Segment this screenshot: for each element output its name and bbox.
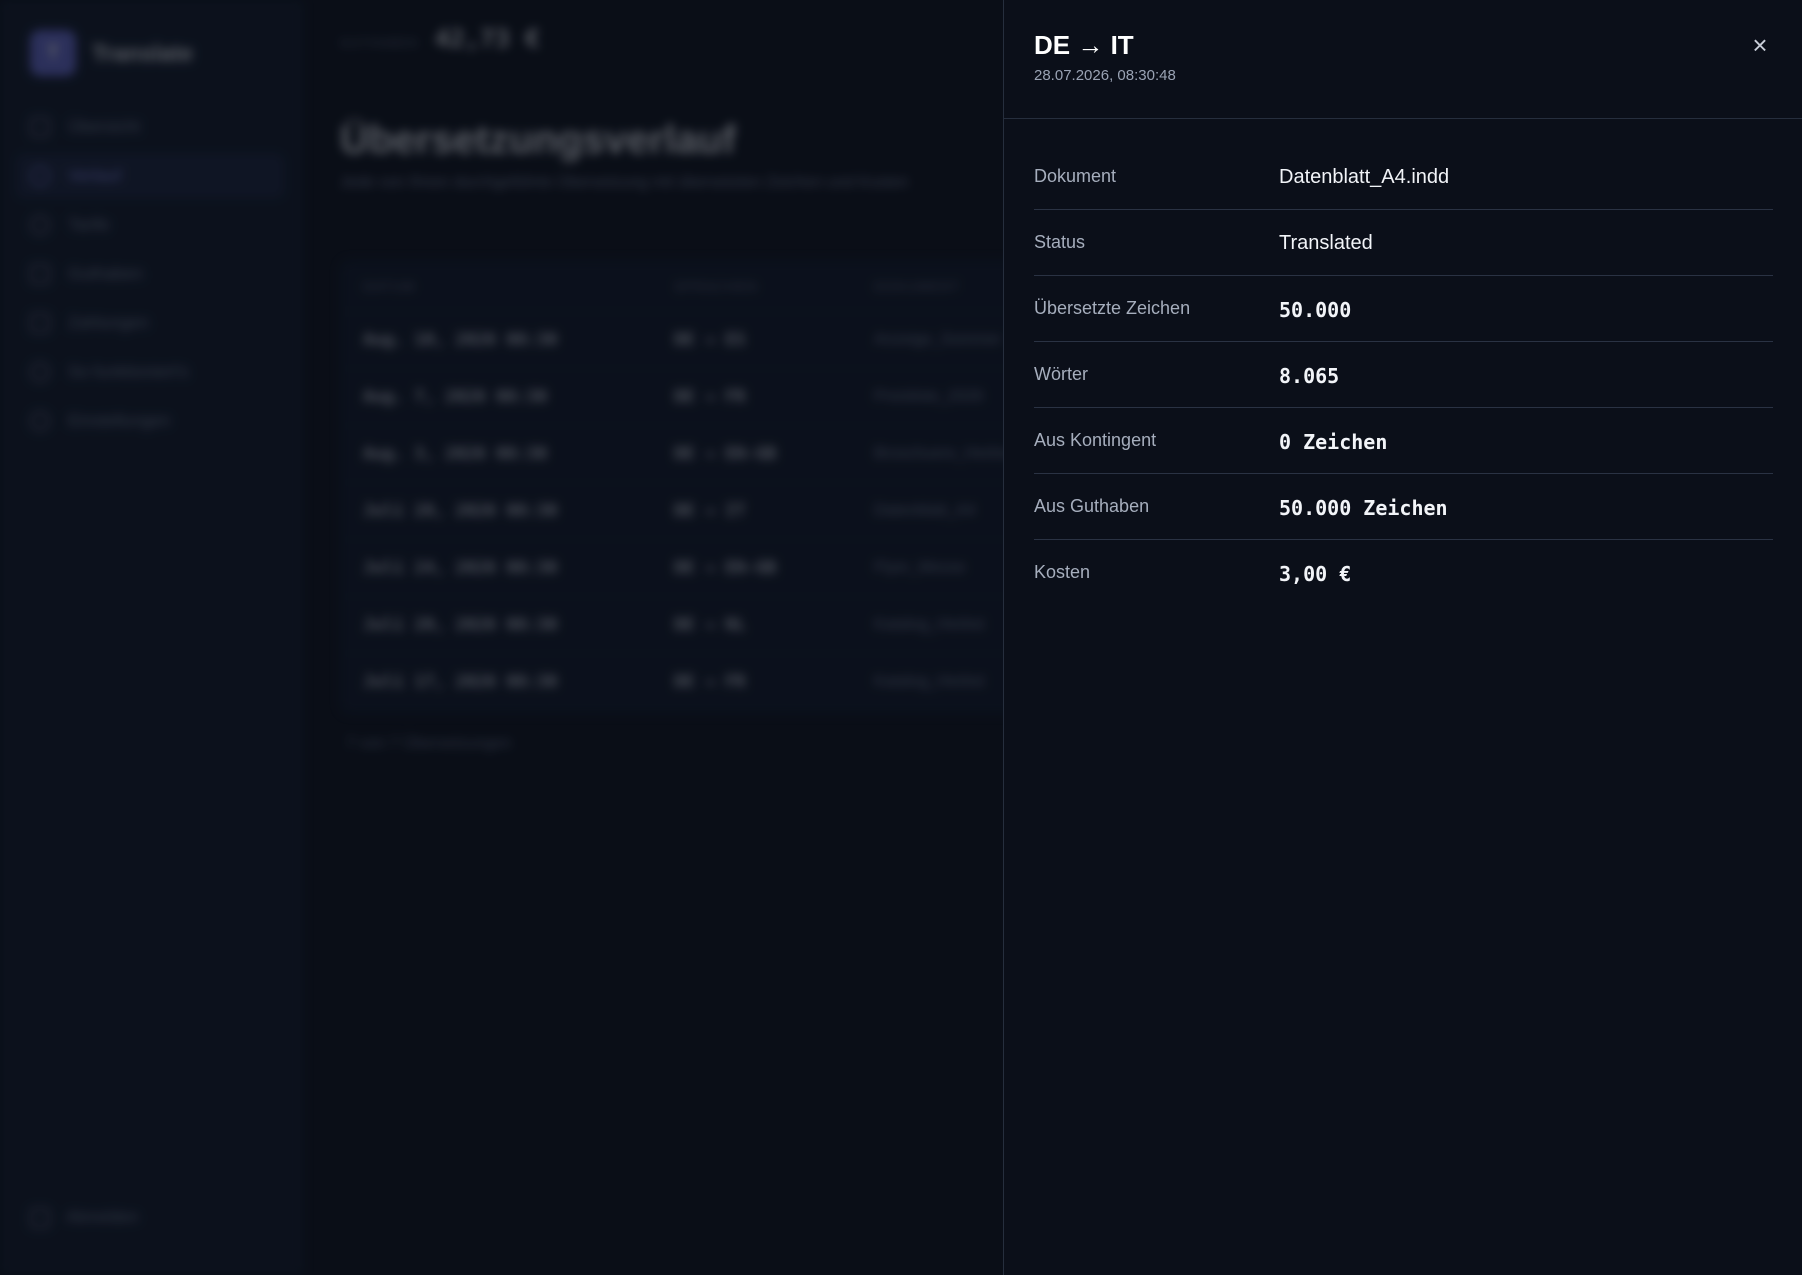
detail-row-status: Status Translated <box>1034 210 1773 276</box>
detail-label: Aus Kontingent <box>1034 430 1157 450</box>
detail-label: Kosten <box>1034 562 1091 582</box>
drawer-title: DE → IT <box>1034 30 1134 60</box>
close-icon: × <box>1752 30 1768 60</box>
detail-value: 8.065 <box>1279 364 1340 388</box>
detail-label: Status <box>1034 232 1086 252</box>
detail-row-document: Dokument Datenblatt_A4.indd <box>1034 144 1773 210</box>
detail-label: Übersetzte Zeichen <box>1034 298 1191 318</box>
detail-label: Dokument <box>1034 166 1117 186</box>
detail-value: 50.000 <box>1279 298 1352 322</box>
detail-value: 0 Zeichen <box>1279 430 1388 454</box>
detail-label: Aus Guthaben <box>1034 496 1150 516</box>
detail-list: Dokument Datenblatt_A4.indd Status Trans… <box>1034 144 1773 605</box>
drawer-timestamp: 28.07.2026, 08:30:48 <box>1034 67 1176 84</box>
detail-row-words: Wörter 8.065 <box>1034 342 1773 408</box>
detail-label: Wörter <box>1034 364 1088 384</box>
detail-row-from-balance: Aus Guthaben 50.000 Zeichen <box>1034 474 1773 540</box>
modal-backdrop[interactable] <box>0 0 1003 1275</box>
detail-value: 3,00 € <box>1279 562 1352 586</box>
detail-drawer: DE → IT 28.07.2026, 08:30:48 × Dokument … <box>1003 0 1802 1275</box>
detail-row-from-quota: Aus Kontingent 0 Zeichen <box>1034 408 1773 474</box>
detail-value: 50.000 Zeichen <box>1279 496 1448 520</box>
close-button[interactable]: × <box>1745 30 1775 60</box>
detail-row-translated-chars: Übersetzte Zeichen 50.000 <box>1034 276 1773 342</box>
detail-value: Translated <box>1279 232 1373 254</box>
detail-value: Datenblatt_A4.indd <box>1279 166 1450 188</box>
drawer-header: DE → IT 28.07.2026, 08:30:48 × <box>1004 0 1802 119</box>
detail-row-cost: Kosten 3,00 € <box>1034 540 1773 605</box>
